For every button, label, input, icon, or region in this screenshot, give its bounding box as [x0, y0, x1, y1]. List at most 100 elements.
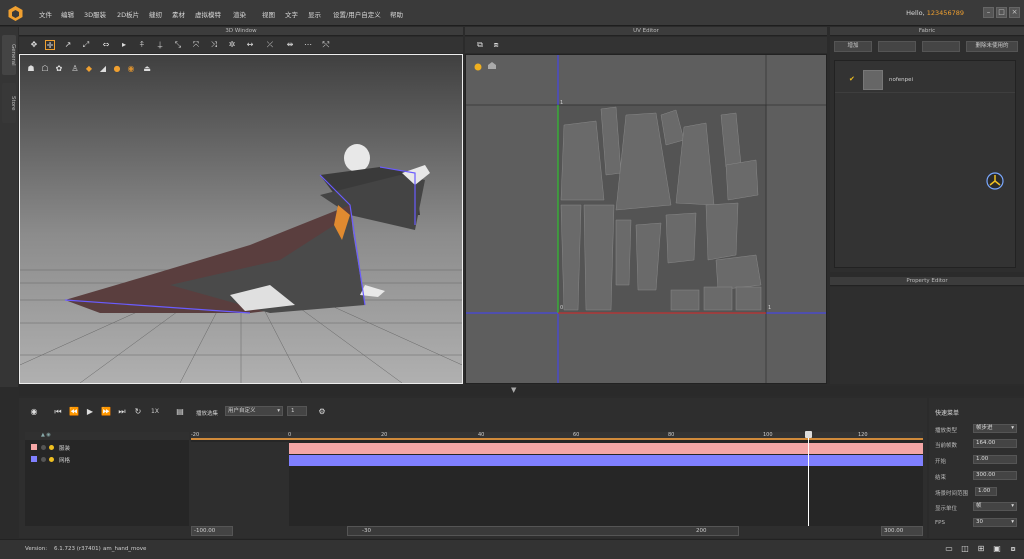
uv-select-icon[interactable]: ⧉ [475, 40, 485, 50]
current-frame-field[interactable]: 164.00 [973, 439, 1017, 448]
layout-3d-icon[interactable]: ▣ [992, 544, 1002, 554]
export-icon[interactable]: ⏏ [142, 64, 152, 74]
copy-fabric-button[interactable] [878, 41, 916, 52]
lock-icon[interactable] [49, 457, 54, 462]
sew-icon[interactable]: ⤡ [173, 40, 183, 50]
render-icon[interactable]: ◉ [126, 64, 136, 74]
splitter[interactable]: ▼ [19, 386, 1024, 396]
fabric-gizmo-icon[interactable] [985, 171, 1005, 191]
play-icon[interactable]: ▶ [85, 407, 95, 417]
track-row[interactable]: 网格 [25, 454, 189, 465]
select-mesh-icon[interactable]: ↗ [63, 40, 73, 50]
tack-icon[interactable]: ⤧ [191, 40, 201, 50]
skin-icon[interactable]: ● [112, 64, 122, 74]
end-field[interactable]: 300.00 [973, 471, 1017, 480]
playback-mode-select[interactable]: 用户自定义 ▾ [225, 406, 283, 416]
uv-light-icon[interactable] [474, 63, 482, 71]
timeline-scrollbar[interactable]: -30 200 [347, 526, 739, 536]
last-frame-icon[interactable]: ⏭ [117, 407, 127, 417]
menu-2d-pattern[interactable]: 2D板片 [117, 9, 139, 19]
visibility-icon[interactable] [41, 457, 46, 462]
record-icon[interactable]: ◉ [29, 407, 39, 417]
seam-icon[interactable]: ⤨ [209, 40, 219, 50]
track-list: ▲ ◉ 服装 网格 [25, 432, 189, 526]
menu-view[interactable]: 视图 [262, 9, 275, 19]
display-unit-select[interactable]: 帧 ▾ [973, 502, 1017, 511]
move-icon[interactable]: ✛ [45, 40, 55, 50]
measure-icon[interactable]: ↔ [245, 40, 255, 50]
menu-text[interactable]: 文字 [285, 9, 298, 19]
step-spinner[interactable]: 1 [287, 406, 307, 416]
button-tool-icon[interactable]: ⋯ [303, 40, 313, 50]
menu-materials[interactable]: 素材 [172, 9, 185, 19]
brush-icon[interactable]: ⤢ [81, 40, 91, 50]
avatar-display-icon[interactable]: ☗ [26, 64, 36, 74]
playhead[interactable] [808, 432, 809, 526]
fitting-icon[interactable]: ◢ [98, 64, 108, 74]
prev-frame-icon[interactable]: ⏪ [69, 407, 79, 417]
menu-edit[interactable]: 编辑 [61, 9, 74, 19]
start-field[interactable]: 1.00 [973, 455, 1017, 464]
track-bar-mesh[interactable] [289, 455, 923, 466]
viewport-uv[interactable]: 1 0 1 [465, 54, 827, 384]
zipper-icon[interactable]: ⤲ [321, 40, 331, 50]
speed-label[interactable]: 1X [151, 408, 159, 415]
graphic-icon[interactable]: ⇹ [285, 40, 295, 50]
pattern-icon[interactable]: ⍊ [155, 40, 165, 50]
menu-display[interactable]: 显示 [308, 9, 321, 19]
select-icon[interactable]: ✥ [29, 40, 39, 50]
settings-icon[interactable]: ⚙ [317, 407, 327, 417]
next-frame-icon[interactable]: ⏩ [101, 407, 111, 417]
gizmo-icon[interactable]: ✲ [227, 40, 237, 50]
frame-ruler[interactable] [191, 432, 923, 440]
arrange-icon[interactable]: ▸ [119, 40, 129, 50]
track-area[interactable]: -20 0 20 40 60 80 100 120 140 160 [191, 431, 963, 526]
fps-select[interactable]: 30 ▾ [973, 518, 1017, 527]
uv-export-icon[interactable] [488, 62, 496, 69]
layout-quad-icon[interactable]: ⊞ [976, 544, 986, 554]
close-icon[interactable]: × [1009, 7, 1020, 18]
maximize-icon[interactable]: □ [996, 7, 1007, 18]
tab-general[interactable]: General [2, 35, 16, 75]
delete-unused-button[interactable]: 删除未使用的 [966, 41, 1018, 52]
loop-icon[interactable]: ↻ [133, 407, 143, 417]
avatar-icon[interactable]: ♙ [70, 64, 80, 74]
delete-fabric-button[interactable] [922, 41, 960, 52]
list-item[interactable]: ✔ nofenpei [835, 65, 1015, 93]
play-type-select[interactable]: 帧步进 ▾ [973, 424, 1017, 433]
range-start-field[interactable]: -100.00 [191, 526, 233, 536]
track-row[interactable]: 服装 [25, 442, 189, 453]
layout-split-icon[interactable]: ◫ [960, 544, 970, 554]
first-frame-icon[interactable]: ⏮ [53, 407, 63, 417]
add-fabric-button[interactable]: 增加 [834, 41, 872, 52]
menu-settings[interactable]: 设置/用户自定义 [333, 9, 381, 19]
range-end-field[interactable]: 300.00 [881, 526, 923, 536]
viewport-3d[interactable]: ☗ ☖ ✿ ♙ ◆ ◢ ● ◉ ⏏ [19, 54, 463, 384]
scene-time-field[interactable]: 1.00 [975, 487, 997, 496]
pin-icon[interactable]: ⍏ [137, 40, 147, 50]
menu-file[interactable]: 文件 [39, 9, 52, 19]
track-bar-garment[interactable] [289, 443, 923, 454]
username[interactable]: 123456789 [927, 9, 964, 17]
line-icon[interactable]: ⤫ [265, 40, 275, 50]
playhead-handle[interactable] [805, 431, 812, 438]
collapse-icon[interactable]: ▼ [511, 386, 516, 394]
tab-store[interactable]: Store [2, 83, 16, 123]
menu-sewing[interactable]: 缝纫 [149, 9, 162, 19]
lock-icon[interactable] [49, 445, 54, 450]
minimize-icon[interactable]: – [983, 7, 994, 18]
menu-render[interactable]: 渲染 [233, 9, 246, 19]
layout-single-icon[interactable]: ▭ [944, 544, 954, 554]
fold-icon[interactable]: ⇔ [101, 40, 111, 50]
menu-3d-garment[interactable]: 3D服装 [84, 9, 106, 19]
trash-icon[interactable]: ▤ [175, 407, 185, 417]
layout-animation-icon[interactable]: ⧇ [1008, 544, 1018, 554]
fabric-color-icon[interactable]: ◆ [84, 64, 94, 74]
garment-display-icon[interactable]: ☖ [40, 64, 50, 74]
texture-icon[interactable]: ✿ [54, 64, 64, 74]
current-action: am_hand_move [103, 546, 147, 552]
menu-avatar[interactable]: 虚拟模特 [195, 9, 221, 19]
menu-help[interactable]: 帮助 [390, 9, 403, 19]
visibility-icon[interactable] [41, 445, 46, 450]
uv-transform-icon[interactable]: ⧈ [491, 40, 501, 50]
